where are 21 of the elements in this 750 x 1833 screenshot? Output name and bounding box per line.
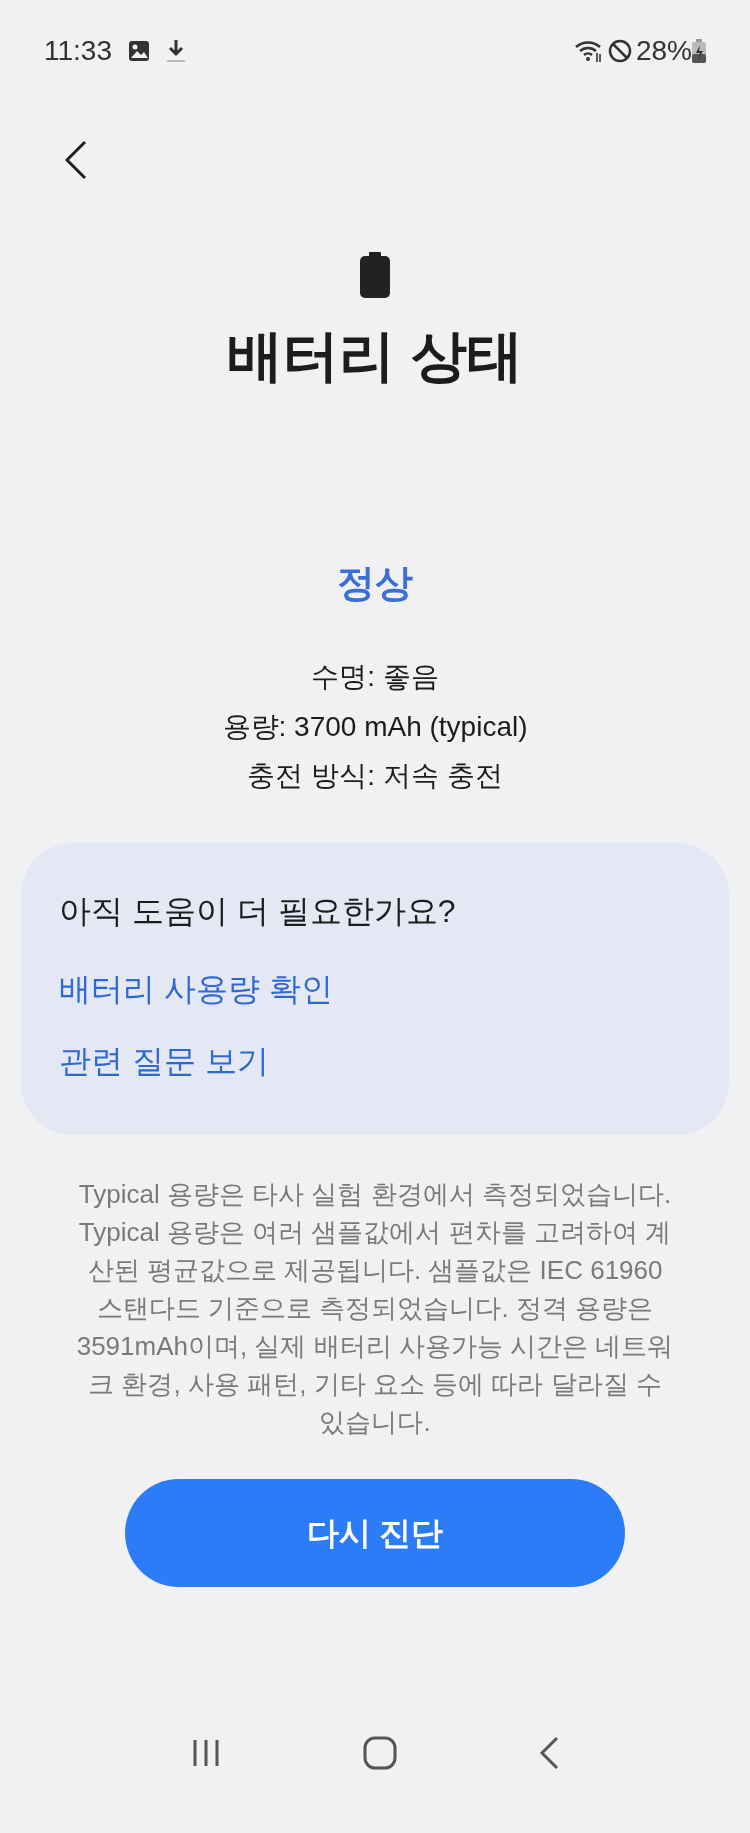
home-button[interactable]	[363, 1736, 397, 1770]
help-card-title: 아직 도움이 더 필요한가요?	[59, 891, 457, 931]
battery-charging-icon	[692, 39, 706, 63]
status-text: 정상	[336, 561, 414, 607]
diagnose-again-button[interactable]: 다시 진단	[125, 1478, 625, 1587]
blocked-icon	[607, 39, 632, 63]
recent-apps-button[interactable]	[191, 1738, 221, 1768]
battery-percent: 28%	[635, 34, 692, 68]
page-title: 배터리 상태	[226, 323, 524, 389]
clock: 11:33	[44, 34, 112, 68]
help-link[interactable]: 관련 질문 보기	[59, 1036, 269, 1085]
download-icon	[166, 39, 186, 63]
disclaimer-text: Typical 용량은 타사 실험 환경에서 측정되었습니다. Typical 용량은 여러 샘플값에서 편차를 고려하여 계산된 평균값으로 제공됩니다. 샘플값은 IEC 61960 스탠다드 기준으로 측정되었습니다. 정격 용량은 3591mAh이며, 실제 배터리 사용가능 시간은 네트워크 환경, 사용 패턴, 기타 요소 등에 따라 달라질 수 있습니다.	[75, 1177, 675, 1439]
detail-text: 수명: 좋음	[311, 660, 439, 694]
detail-text: 용량: 3700 mAh (typical)	[222, 709, 528, 744]
detail-text: 충전 방식: 저속 충전	[247, 759, 503, 793]
back-nav-button[interactable]	[539, 1736, 559, 1770]
help-link[interactable]: 배터리 사용량 확인	[59, 964, 333, 1013]
image-icon	[128, 40, 150, 62]
wifi-icon	[573, 39, 604, 63]
battery-icon	[360, 252, 390, 298]
